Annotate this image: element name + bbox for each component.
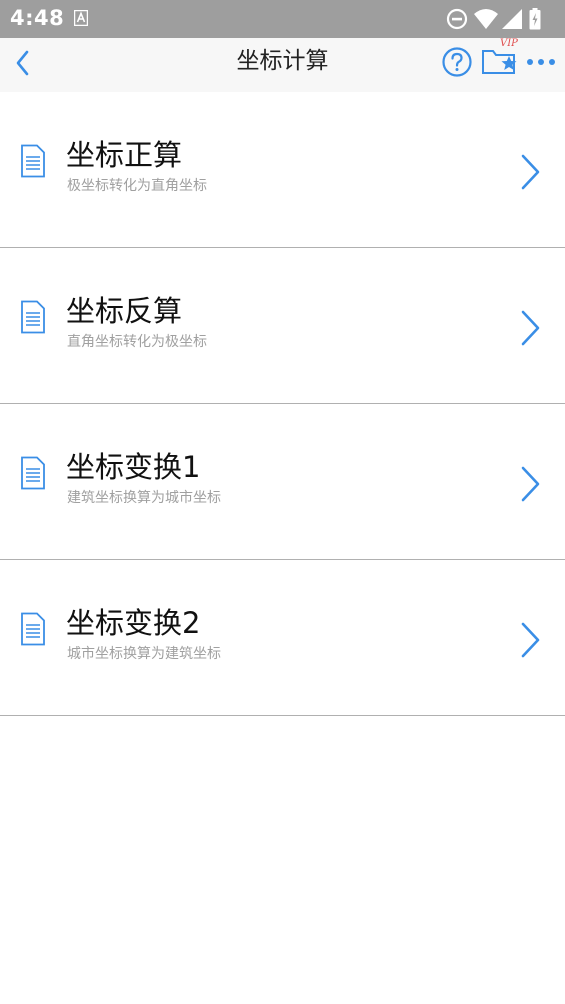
vip-badge: VIP: [500, 38, 518, 49]
menu-item-inverse-calculation[interactable]: 坐标反算 直角坐标转化为极坐标: [0, 248, 565, 404]
folder-star-icon[interactable]: VIP: [480, 38, 522, 78]
chevron-right-icon: [521, 154, 540, 190]
document-icon: [21, 300, 45, 334]
wifi-icon: [474, 9, 498, 29]
menu-item-forward-calculation[interactable]: 坐标正算 极坐标转化为直角坐标: [0, 92, 565, 248]
app-header: 坐标计算 VIP: [0, 38, 565, 92]
document-icon: [21, 612, 45, 646]
menu-item-title: 坐标反算: [66, 294, 183, 328]
signal-icon: [502, 9, 522, 29]
chevron-right-icon: [521, 310, 540, 346]
menu-item-subtitle: 建筑坐标换算为城市坐标: [67, 490, 221, 506]
status-bar: 4:48: [0, 0, 565, 38]
document-icon: [21, 456, 45, 490]
menu-item-subtitle: 直角坐标转化为极坐标: [67, 334, 207, 350]
menu-item-title: 坐标变换1: [66, 450, 201, 484]
menu-item-title: 坐标变换2: [66, 606, 201, 640]
question-circle-icon[interactable]: [441, 46, 473, 78]
more-dots-icon[interactable]: [526, 58, 556, 66]
chevron-right-icon: [521, 622, 540, 658]
menu-list: 坐标正算 极坐标转化为直角坐标 坐标反算 直角坐标转化为极坐标 坐标变换1 建筑…: [0, 92, 565, 716]
battery-icon: [529, 8, 541, 30]
notification-a-icon: [74, 10, 88, 26]
menu-item-title: 坐标正算: [66, 138, 183, 172]
menu-item-subtitle: 极坐标转化为直角坐标: [67, 178, 207, 194]
do-not-disturb-icon: [446, 8, 468, 30]
chevron-right-icon: [521, 466, 540, 502]
status-time: 4:48: [10, 6, 65, 30]
document-icon: [21, 144, 45, 178]
menu-item-transform-1[interactable]: 坐标变换1 建筑坐标换算为城市坐标: [0, 404, 565, 560]
menu-item-transform-2[interactable]: 坐标变换2 城市坐标换算为建筑坐标: [0, 560, 565, 716]
menu-item-subtitle: 城市坐标换算为建筑坐标: [67, 646, 221, 662]
